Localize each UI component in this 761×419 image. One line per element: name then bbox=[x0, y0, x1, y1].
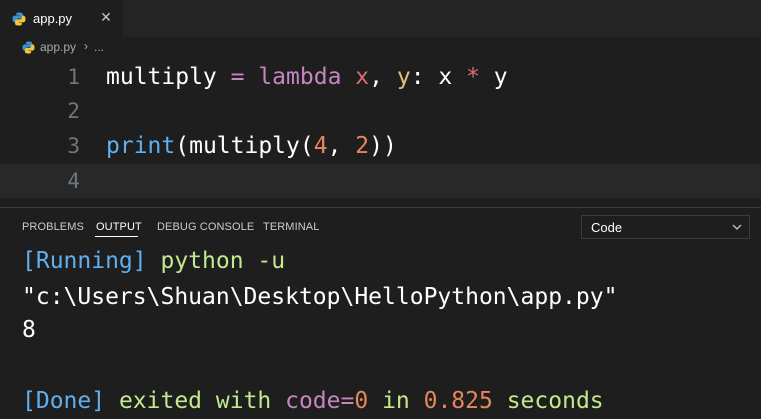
code-token: print bbox=[106, 133, 176, 159]
code-token: * bbox=[466, 64, 480, 90]
tab-terminal[interactable]: TERMINAL bbox=[263, 221, 319, 233]
tab-label: app.py bbox=[33, 11, 73, 26]
code-token: y bbox=[396, 64, 411, 90]
output-line: [Running] python -u bbox=[22, 244, 285, 278]
python-icon bbox=[12, 12, 26, 26]
output-text: exited with bbox=[105, 388, 286, 414]
close-icon[interactable]: ✕ bbox=[98, 10, 114, 26]
code-token: (multiply( bbox=[175, 133, 314, 159]
line-number: 2 bbox=[67, 99, 80, 123]
line-number: 1 bbox=[67, 65, 80, 89]
output-line: [Done] exited with code=0 in 0.825 secon… bbox=[22, 384, 604, 418]
tab-output[interactable]: OUTPUT bbox=[96, 221, 142, 233]
breadcrumb bbox=[0, 37, 761, 59]
output-line: "c:\Users\Shuan\Desktop\HelloPython\app.… bbox=[22, 280, 617, 314]
output-channel-select[interactable]: Code bbox=[581, 215, 750, 239]
output-code-value: 0 bbox=[354, 388, 369, 414]
chevron-down-icon bbox=[732, 224, 742, 230]
done-tag: [Done] bbox=[22, 388, 106, 414]
output-command: python -u bbox=[146, 248, 286, 274]
select-value: Code bbox=[591, 220, 623, 235]
tab-problems[interactable]: PROBLEMS bbox=[22, 221, 84, 233]
active-tab-indicator bbox=[95, 236, 138, 237]
breadcrumb-more[interactable]: ... bbox=[94, 40, 104, 54]
output-line: 8 bbox=[22, 313, 36, 347]
code-token: , bbox=[327, 133, 356, 159]
breadcrumb-separator: › bbox=[84, 39, 88, 53]
code-line[interactable]: 3 print(multiply(4, 2)) bbox=[0, 129, 761, 163]
editor-tab-bar: app.py ✕ bbox=[0, 0, 761, 37]
output-text: in bbox=[368, 388, 424, 414]
code-token: = bbox=[216, 64, 259, 90]
code-token: lambda bbox=[258, 64, 342, 90]
code-token: )) bbox=[369, 133, 397, 159]
code-token: 2 bbox=[355, 133, 370, 159]
tab-app-py[interactable]: app.py ✕ bbox=[0, 0, 123, 37]
code-line[interactable]: 2 bbox=[0, 94, 761, 128]
code-token: , bbox=[369, 64, 397, 90]
output-result: 8 bbox=[22, 317, 36, 343]
running-tag: [Running] bbox=[22, 248, 147, 274]
python-icon bbox=[22, 41, 35, 54]
code-token: x bbox=[341, 64, 370, 90]
line-content: multiply = lambda x, y: x * y bbox=[106, 60, 508, 94]
breadcrumb-file[interactable]: app.py bbox=[40, 40, 76, 54]
line-content: print(multiply(4, 2)) bbox=[106, 129, 397, 163]
output-duration: 0.825 bbox=[423, 388, 493, 414]
code-editor[interactable]: 1 multiply = lambda x, y: x * y 2 3 prin… bbox=[0, 60, 761, 202]
code-token: y bbox=[479, 64, 508, 90]
code-token: : x bbox=[410, 64, 467, 90]
code-token: 4 bbox=[313, 133, 328, 159]
output-code-label: code= bbox=[285, 388, 355, 414]
line-number: 4 bbox=[67, 169, 80, 193]
output-text: seconds bbox=[492, 388, 604, 414]
line-number: 3 bbox=[67, 134, 80, 158]
output-path: "c:\Users\Shuan\Desktop\HelloPython\app.… bbox=[22, 284, 618, 310]
code-line-current[interactable]: 4 bbox=[0, 164, 761, 198]
code-token: multiply bbox=[106, 64, 217, 90]
code-line[interactable]: 1 multiply = lambda x, y: x * y bbox=[0, 60, 761, 94]
tab-debug-console[interactable]: DEBUG CONSOLE bbox=[157, 221, 254, 233]
